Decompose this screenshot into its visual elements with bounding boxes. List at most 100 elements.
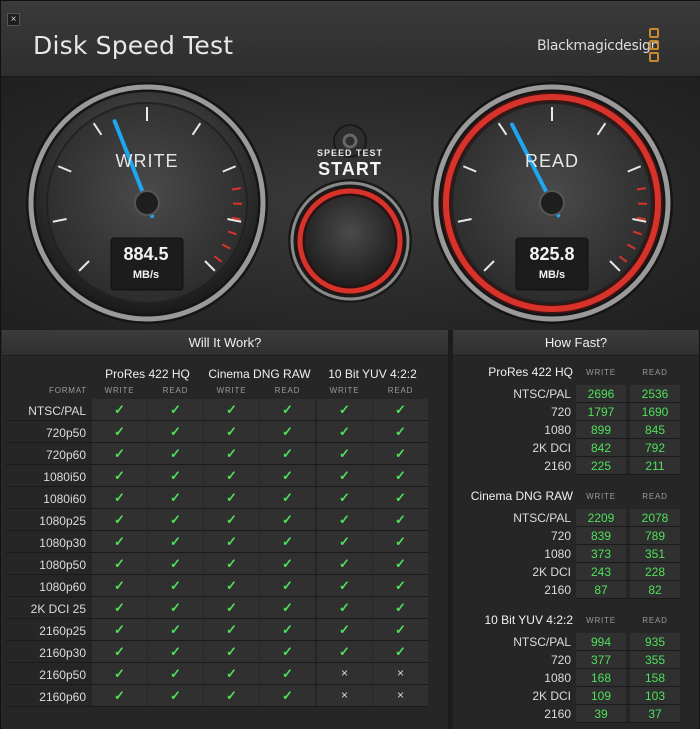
row-divider <box>576 526 680 527</box>
check-icon: ✓ <box>114 424 125 439</box>
read-column-header: READ <box>642 368 668 377</box>
write-column-header: WRITE <box>104 386 135 395</box>
codec-header: ProRes 422 HQ <box>105 367 190 381</box>
row-divider <box>576 704 680 705</box>
resolution-label: NTSC/PAL <box>513 387 571 401</box>
check-icon: ✓ <box>282 402 293 417</box>
write-speed: 839 <box>590 529 612 543</box>
write-speed: 39 <box>594 707 608 721</box>
resolution-label: 2160 <box>544 707 571 721</box>
check-icon: ✓ <box>339 424 350 439</box>
check-icon: ✓ <box>170 578 181 593</box>
read-speed: 845 <box>644 423 666 437</box>
check-icon: ✓ <box>395 644 406 659</box>
write-speed: 87 <box>594 583 608 597</box>
check-icon: ✓ <box>282 666 293 681</box>
resolution-label: 2K DCI <box>532 441 571 455</box>
resolution-label: 720 <box>550 653 571 667</box>
check-icon: ✓ <box>170 534 181 549</box>
write-speed: 225 <box>590 459 612 473</box>
check-icon: ✓ <box>170 512 181 527</box>
write-column-header: WRITE <box>329 386 360 395</box>
write-column-header: WRITE <box>216 386 247 395</box>
resolution-label: 2K DCI <box>532 565 571 579</box>
check-icon: ✓ <box>170 490 181 505</box>
write-speed: 377 <box>590 653 612 667</box>
check-icon: ✓ <box>282 688 293 703</box>
write-column-header: WRITE <box>586 492 616 501</box>
row-divider <box>6 464 428 465</box>
close-button[interactable]: × <box>7 13 20 26</box>
format-label: 2160p50 <box>39 668 86 682</box>
row-divider <box>576 474 680 475</box>
resolution-label: 1080 <box>544 423 571 437</box>
will-it-work-panel: ProRes 422 HQ WRITE READ Cinema DNG RAW WRIT… <box>2 357 448 729</box>
format-column-header: FORMAT <box>49 386 87 395</box>
check-icon: ✓ <box>395 402 406 417</box>
check-icon: ✓ <box>226 490 237 505</box>
format-label: 1080p50 <box>39 558 86 572</box>
format-label: 2160p60 <box>39 690 86 704</box>
check-icon: ✓ <box>226 622 237 637</box>
check-icon: ✓ <box>282 468 293 483</box>
row-divider <box>576 562 680 563</box>
format-label: NTSC/PAL <box>28 404 86 418</box>
check-icon: ✓ <box>339 512 350 527</box>
check-icon: ✓ <box>170 556 181 571</box>
check-icon: ✓ <box>226 578 237 593</box>
check-icon: ✓ <box>170 622 181 637</box>
format-label: 1080p25 <box>39 514 86 528</box>
app-title: Disk Speed Test <box>33 31 234 60</box>
row-divider <box>576 650 680 651</box>
format-label: 720p60 <box>45 448 86 462</box>
read-speed-unit: MB/s <box>538 269 566 281</box>
resolution-label: NTSC/PAL <box>513 511 571 525</box>
speed-test-start-button[interactable] <box>291 182 409 300</box>
resolution-label: 1080 <box>544 547 571 561</box>
write-column-header: WRITE <box>586 368 616 377</box>
check-icon: ✓ <box>114 446 125 461</box>
will-it-work-header: Will It Work? <box>2 330 448 356</box>
read-column-header: READ <box>387 386 414 395</box>
read-speed: 211 <box>645 459 665 473</box>
write-speed: 109 <box>590 689 612 703</box>
write-speed: 373 <box>590 547 612 561</box>
check-icon: ✓ <box>282 446 293 461</box>
write-column-header: WRITE <box>586 616 616 625</box>
check-icon: ✓ <box>114 600 125 615</box>
check-icon: ✓ <box>170 468 181 483</box>
check-icon: ✓ <box>170 446 181 461</box>
format-label: 2K DCI 25 <box>30 602 86 616</box>
read-gauge-label: READ <box>524 151 579 171</box>
format-label: 720p50 <box>45 426 86 440</box>
check-icon: ✓ <box>114 556 125 571</box>
write-speed: 899 <box>590 423 612 437</box>
check-icon: ✓ <box>395 578 406 593</box>
check-icon: ✓ <box>339 490 350 505</box>
cross-icon: × <box>340 688 348 702</box>
write-speed-unit: MB/s <box>132 269 160 281</box>
check-icon: ✓ <box>395 534 406 549</box>
resolution-label: NTSC/PAL <box>513 635 571 649</box>
row-divider <box>6 574 428 575</box>
check-icon: ✓ <box>282 534 293 549</box>
check-icon: ✓ <box>282 600 293 615</box>
check-icon: ✓ <box>282 578 293 593</box>
check-icon: ✓ <box>339 556 350 571</box>
row-divider <box>6 530 428 531</box>
check-icon: ✓ <box>395 468 406 483</box>
read-column-header: READ <box>162 386 189 395</box>
check-icon: ✓ <box>114 402 125 417</box>
check-icon: ✓ <box>170 688 181 703</box>
check-icon: ✓ <box>395 622 406 637</box>
check-icon: ✓ <box>114 534 125 549</box>
read-speed: 2536 <box>641 387 669 401</box>
check-icon: ✓ <box>226 644 237 659</box>
resolution-label: 1080 <box>544 671 571 685</box>
gauge-area <box>1 77 700 330</box>
check-icon: ✓ <box>339 534 350 549</box>
check-icon: ✓ <box>170 644 181 659</box>
row-divider <box>6 684 428 685</box>
read-speed: 792 <box>644 441 666 455</box>
title-bar: × Disk Speed Test Blackmagicdesign <box>1 1 700 77</box>
